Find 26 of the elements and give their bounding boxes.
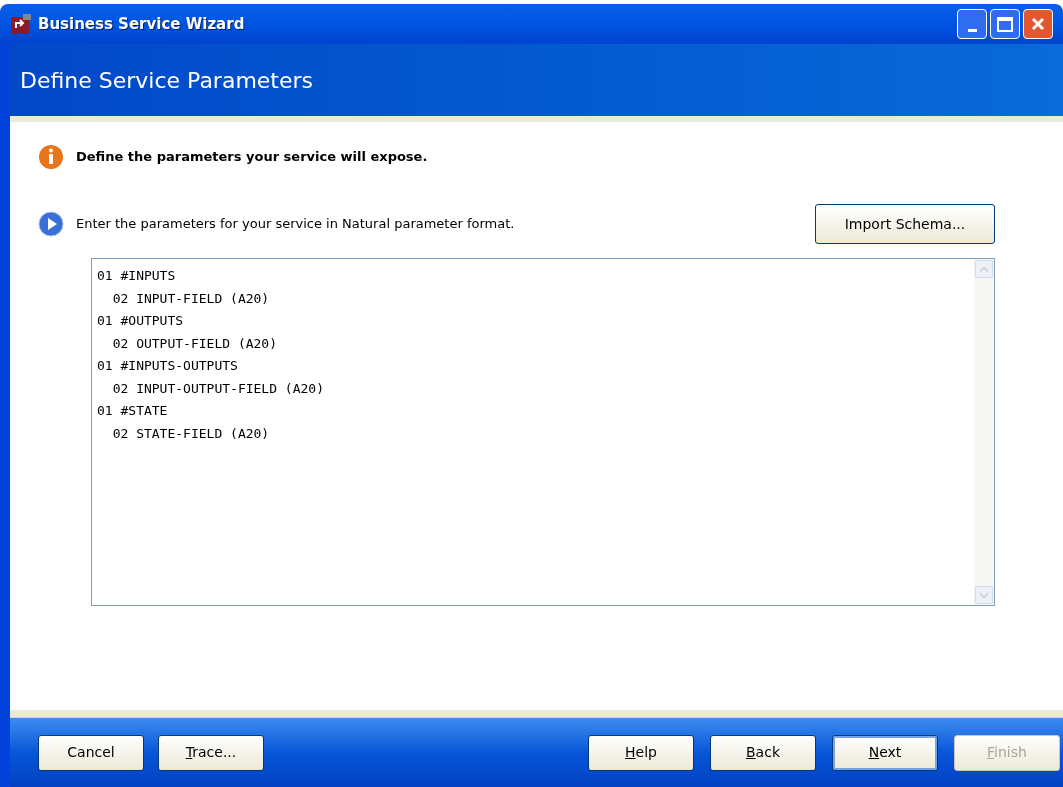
code-line: 02 INPUT-FIELD (A20) [111, 289, 270, 308]
parameters-editor[interactable]: 01 #INPUTS 02 INPUT-FIELD (A20) 01 #OUTPUTS 02 OUTPUT-FIELD (A20) 01 #INPUTS-OUTPUTS 02 INPUT-OUTPUT-FIELD (A20) 01 #STATE 02 STATE-FIELD (A20) [91, 258, 995, 606]
wizard-button[interactable]: Back [710, 734, 816, 771]
app-icon [10, 13, 32, 35]
code-line: 01 #INPUTS-OUTPUTS [97, 357, 238, 375]
code-line: 01 #INPUTS [97, 267, 176, 285]
window-title: Business Service Wizard [38, 13, 245, 35]
close-button[interactable] [1023, 9, 1053, 39]
maximize-button[interactable] [990, 9, 1020, 39]
code-line: 01 #OUTPUTS [97, 312, 184, 330]
wizard-button[interactable]: Cancel [38, 734, 144, 771]
prompt-text: Enter the parameters for your service in Natural parameter format. [76, 215, 515, 234]
instruction-text: Define the parameters your service will expose. [76, 148, 428, 167]
code-line: 02 INPUT-OUTPUT-FIELD (A20) [111, 379, 324, 398]
close-icon [1030, 16, 1046, 32]
page-title: Define Service Parameters [20, 66, 314, 95]
import-schema-button[interactable]: Import Schema... [815, 204, 995, 244]
minimize-button[interactable] [957, 9, 987, 39]
code-line: 02 STATE-FIELD (A20) [111, 424, 270, 443]
wizard-button[interactable]: Next [832, 734, 938, 771]
play-icon [38, 211, 64, 237]
info-icon [38, 144, 64, 170]
code-line: 01 #STATE [97, 402, 168, 420]
wizard-button[interactable]: Trace... [158, 734, 264, 771]
code-line: 02 OUTPUT-FIELD (A20) [111, 334, 277, 353]
wizard-button[interactable]: Help [588, 734, 694, 771]
